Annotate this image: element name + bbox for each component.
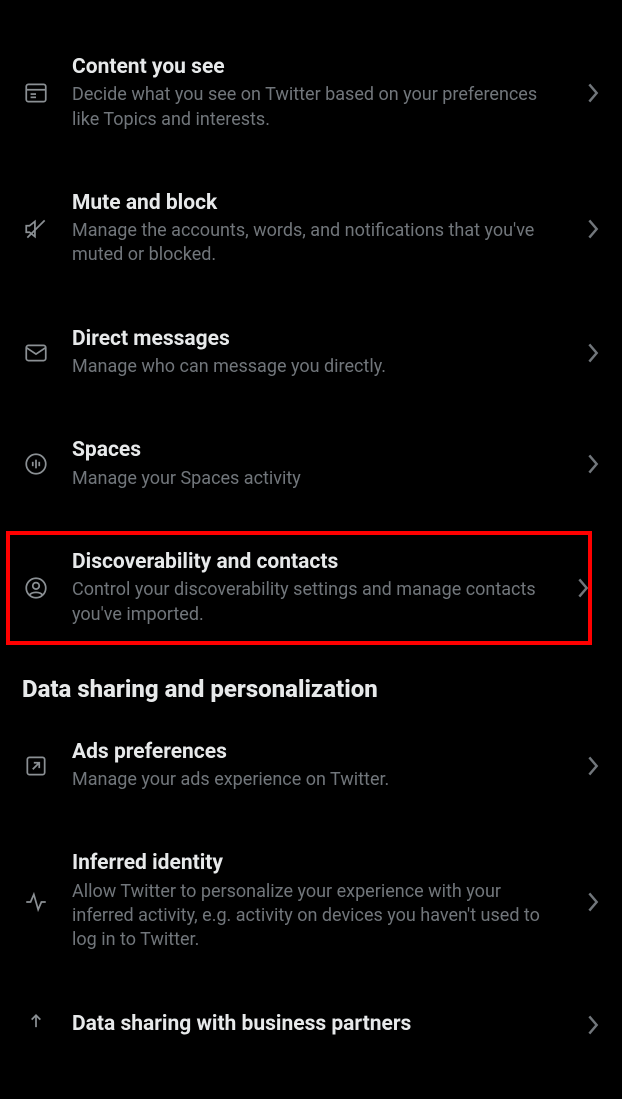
setting-desc: Manage the accounts, words, and notifica… bbox=[72, 219, 562, 268]
setting-desc: Manage your Spaces activity bbox=[72, 467, 562, 491]
chevron-right-icon bbox=[574, 577, 592, 599]
setting-item-direct-messages[interactable]: Direct messages Manage who can message y… bbox=[0, 308, 622, 398]
chevron-right-icon bbox=[584, 342, 602, 364]
setting-title: Ads preferences bbox=[72, 739, 562, 766]
setting-title: Spaces bbox=[72, 437, 562, 464]
setting-item-data-sharing-partners[interactable]: Data sharing with business partners bbox=[0, 993, 622, 1058]
section-header-data-sharing: Data sharing and personalization bbox=[0, 645, 622, 721]
setting-title: Inferred identity bbox=[72, 850, 562, 877]
setting-text: Direct messages Manage who can message y… bbox=[72, 326, 562, 380]
setting-desc: Manage who can message you directly. bbox=[72, 355, 562, 379]
setting-text: Inferred identity Allow Twitter to perso… bbox=[72, 850, 562, 952]
setting-text: Content you see Decide what you see on T… bbox=[72, 54, 562, 132]
chevron-right-icon bbox=[584, 453, 602, 475]
setting-text: Data sharing with business partners bbox=[72, 1011, 562, 1040]
chevron-right-icon bbox=[584, 218, 602, 240]
mute-icon bbox=[22, 215, 50, 243]
chevron-right-icon bbox=[584, 755, 602, 777]
setting-desc: Manage your ads experience on Twitter. bbox=[72, 768, 562, 792]
person-circle-icon bbox=[22, 574, 50, 602]
arrow-out-icon bbox=[22, 752, 50, 780]
setting-title: Direct messages bbox=[72, 326, 562, 353]
share-icon bbox=[22, 1011, 50, 1039]
spacer bbox=[0, 971, 622, 993]
spacer bbox=[0, 150, 622, 172]
chevron-right-icon bbox=[584, 82, 602, 104]
settings-list: Content you see Decide what you see on T… bbox=[0, 0, 622, 1058]
setting-item-discoverability[interactable]: Discoverability and contacts Control you… bbox=[6, 531, 592, 645]
setting-title: Content you see bbox=[72, 54, 562, 81]
spacer bbox=[0, 397, 622, 419]
setting-item-inferred-identity[interactable]: Inferred identity Allow Twitter to perso… bbox=[0, 832, 622, 970]
setting-desc: Allow Twitter to personalize your experi… bbox=[72, 880, 562, 953]
setting-title: Data sharing with business partners bbox=[72, 1011, 562, 1038]
spacer bbox=[0, 810, 622, 832]
setting-item-spaces[interactable]: Spaces Manage your Spaces activity bbox=[0, 419, 622, 509]
envelope-icon bbox=[22, 339, 50, 367]
spaces-icon bbox=[22, 450, 50, 478]
content-icon bbox=[22, 79, 50, 107]
setting-title: Discoverability and contacts bbox=[72, 549, 552, 576]
activity-icon bbox=[22, 888, 50, 916]
setting-title: Mute and block bbox=[72, 190, 562, 217]
setting-text: Ads preferences Manage your ads experien… bbox=[72, 739, 562, 793]
chevron-right-icon bbox=[584, 1014, 602, 1036]
spacer bbox=[0, 286, 622, 308]
spacer bbox=[0, 509, 622, 531]
setting-text: Mute and block Manage the accounts, word… bbox=[72, 190, 562, 268]
chevron-right-icon bbox=[584, 891, 602, 913]
setting-desc: Control your discoverability settings an… bbox=[72, 578, 552, 627]
setting-item-mute-and-block[interactable]: Mute and block Manage the accounts, word… bbox=[0, 172, 622, 286]
setting-item-ads-preferences[interactable]: Ads preferences Manage your ads experien… bbox=[0, 721, 622, 811]
setting-text: Discoverability and contacts Control you… bbox=[72, 549, 552, 627]
setting-item-content-you-see[interactable]: Content you see Decide what you see on T… bbox=[0, 36, 622, 150]
setting-desc: Decide what you see on Twitter based on … bbox=[72, 83, 562, 132]
setting-text: Spaces Manage your Spaces activity bbox=[72, 437, 562, 491]
